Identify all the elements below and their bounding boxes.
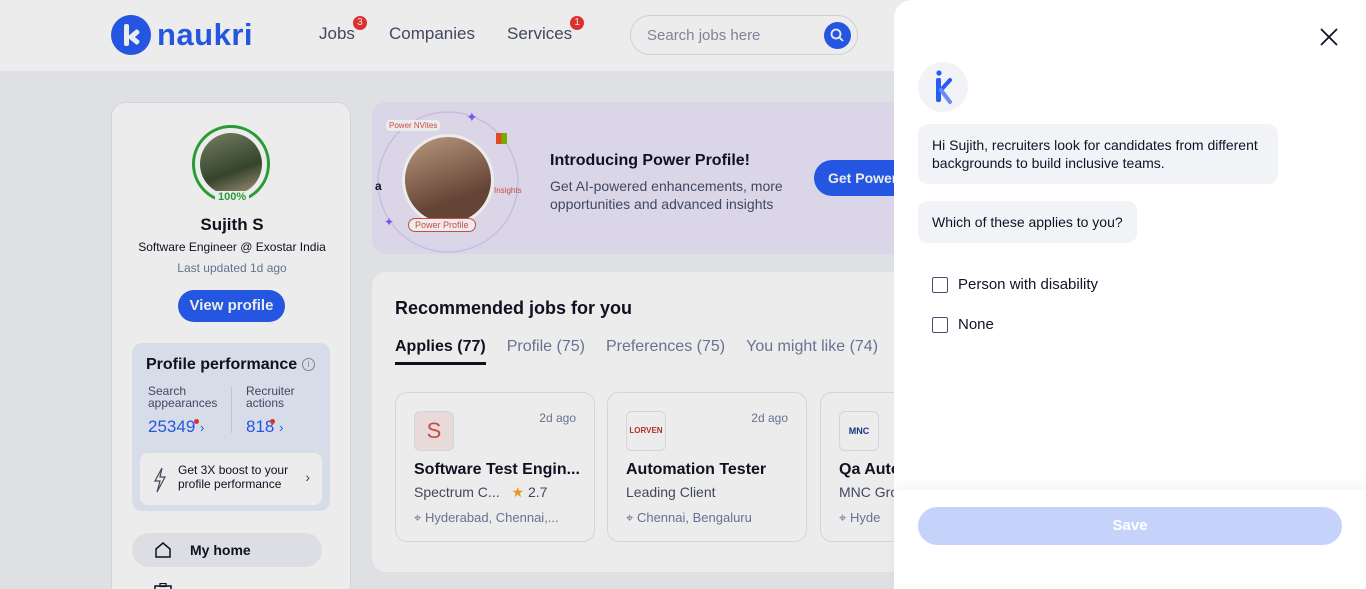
option-label: None bbox=[958, 316, 994, 333]
close-icon bbox=[1320, 28, 1338, 46]
chat-question: Which of these applies to you? bbox=[918, 201, 1137, 243]
naukri-logo-icon bbox=[936, 70, 952, 104]
save-button[interactable]: Save bbox=[918, 507, 1342, 545]
option-label: Person with disability bbox=[958, 276, 1099, 293]
option-person-with-disability[interactable]: Person with disability bbox=[932, 276, 1098, 293]
close-button[interactable] bbox=[1318, 26, 1340, 48]
diversity-drawer: Hi Sujith, recruiters look for candidate… bbox=[894, 0, 1366, 589]
drawer-footer: Save bbox=[894, 490, 1366, 589]
checkbox[interactable] bbox=[932, 276, 948, 293]
chat-message: Hi Sujith, recruiters look for candidate… bbox=[918, 124, 1278, 184]
checkbox[interactable] bbox=[932, 316, 948, 333]
naukri-bot-avatar bbox=[918, 62, 968, 112]
option-none[interactable]: None bbox=[932, 316, 994, 333]
